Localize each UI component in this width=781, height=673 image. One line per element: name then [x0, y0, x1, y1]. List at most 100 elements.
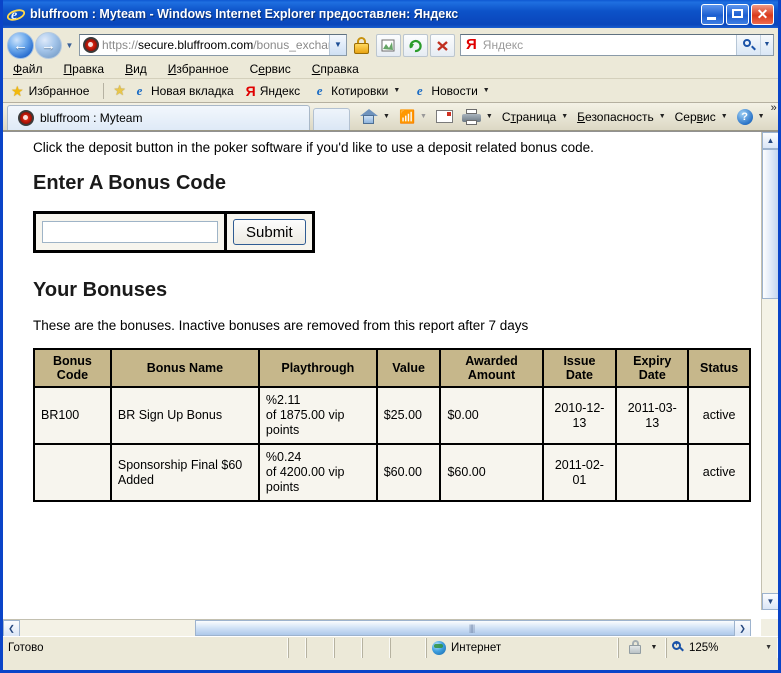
- menu-item-file[interactable]: Файл: [13, 61, 43, 78]
- internet-explorer-icon: e: [6, 5, 26, 23]
- toolbar-overflow-icon[interactable]: »: [771, 103, 777, 114]
- vertical-scroll-track[interactable]: [762, 299, 778, 593]
- svg-text:e: e: [11, 8, 17, 23]
- chevron-down-icon[interactable]: ▼: [659, 108, 666, 126]
- menu-item-view[interactable]: Вид: [125, 61, 147, 78]
- horizontal-scroll-thumb[interactable]: ||||: [195, 620, 748, 636]
- status-panel-blank: [288, 637, 306, 658]
- back-button[interactable]: ←: [7, 31, 34, 59]
- address-bar-url: https://secure.bluffroom.com/bonus_excha…: [102, 36, 329, 54]
- favorite-yandex[interactable]: Я Яндекс: [246, 82, 300, 100]
- chevron-down-icon[interactable]: ▼: [651, 644, 658, 651]
- status-panel-blank: [362, 637, 390, 658]
- search-provider-dropdown-icon[interactable]: ▼: [760, 35, 773, 55]
- url-separator: ://: [128, 38, 139, 52]
- menu-item-edit[interactable]: Правка: [64, 61, 105, 78]
- favorite-quotes[interactable]: e Котировки ▼: [312, 82, 401, 100]
- home-icon: [359, 108, 378, 125]
- bonus-code-input[interactable]: [42, 221, 218, 243]
- feeds-button[interactable]: 📶 ▼: [399, 108, 427, 126]
- chevron-down-icon[interactable]: ▼: [420, 108, 427, 126]
- playthrough-unit: points: [265, 423, 300, 437]
- column-header-bonus-code: Bonus Code: [33, 348, 112, 388]
- scroll-left-button[interactable]: ❮: [3, 620, 20, 636]
- help-menu[interactable]: ? ▼: [736, 108, 765, 126]
- scroll-up-button[interactable]: ▲: [762, 132, 778, 149]
- address-dropdown-icon[interactable]: ▼: [329, 35, 346, 55]
- playthrough-of: of 4200.00 vip: [265, 465, 345, 479]
- chevron-down-icon[interactable]: ▼: [483, 82, 490, 100]
- your-bonuses-heading: Your Bonuses: [33, 279, 168, 301]
- address-bar[interactable]: https://secure.bluffroom.com/bonus_excha…: [79, 34, 347, 56]
- chevron-down-icon[interactable]: ▼: [393, 82, 400, 100]
- window-title: bluffroom : Myteam - Windows Internet Ex…: [30, 7, 459, 21]
- yandex-icon: Я: [245, 82, 256, 99]
- compatibility-view-icon[interactable]: [376, 33, 401, 57]
- security-zone-label: Интернет: [451, 641, 502, 654]
- table-row: BR100 BR Sign Up Bonus %2.11 of 1875.00 …: [33, 386, 751, 445]
- privacy-report-button[interactable]: ▼: [618, 637, 666, 658]
- security-zone-indicator[interactable]: Интернет: [426, 637, 618, 658]
- menu-item-tools[interactable]: Сервис: [250, 61, 291, 78]
- close-button[interactable]: [751, 3, 774, 25]
- intro-text: Click the deposit button in the poker so…: [33, 140, 594, 155]
- stop-button[interactable]: [430, 33, 455, 57]
- status-text: Готово: [3, 637, 288, 658]
- forward-arrow-icon: →: [41, 36, 56, 54]
- new-tab-button[interactable]: [313, 108, 350, 130]
- search-box[interactable]: Я Яндекс ▼: [460, 34, 774, 56]
- cell-bonus-code: BR100: [33, 386, 112, 445]
- horizontal-scrollbar[interactable]: ❮ |||| ❯: [3, 619, 751, 636]
- forward-button[interactable]: →: [35, 31, 62, 59]
- chevron-down-icon[interactable]: ▼: [721, 108, 728, 126]
- submit-button[interactable]: Submit: [233, 219, 306, 245]
- table-header-row: Bonus Code Bonus Name Playthrough Value …: [33, 348, 751, 388]
- vertical-scroll-thumb[interactable]: [762, 149, 778, 299]
- history-dropdown-icon[interactable]: ▼: [63, 41, 76, 50]
- safety-menu[interactable]: Безопасность ▼: [577, 108, 665, 126]
- refresh-button[interactable]: [403, 33, 428, 57]
- column-header-value: Value: [375, 348, 442, 388]
- zoom-in-icon: [672, 639, 685, 654]
- bonuses-table-head: Bonus Code Bonus Name Playthrough Value …: [33, 348, 751, 388]
- minimize-button[interactable]: [701, 3, 724, 25]
- print-button[interactable]: ▼: [461, 108, 493, 126]
- page-menu[interactable]: Ст раница ▼: [502, 108, 568, 126]
- home-button[interactable]: ▼: [359, 108, 390, 126]
- favorite-label: Новая вкладка: [150, 83, 234, 98]
- chevron-down-icon[interactable]: ▼: [755, 644, 772, 651]
- scroll-down-button[interactable]: ▼: [762, 593, 778, 610]
- tools-menu[interactable]: Сер в ис ▼: [675, 108, 728, 126]
- search-input[interactable]: Яндекс: [483, 36, 736, 54]
- back-arrow-icon: ←: [13, 36, 28, 54]
- mail-button[interactable]: [435, 110, 453, 123]
- chevron-down-icon[interactable]: ▼: [383, 108, 390, 126]
- favorites-button[interactable]: ★ Избранное: [11, 82, 89, 100]
- chevron-down-icon[interactable]: ▼: [758, 108, 765, 126]
- page-viewport: Click the deposit button in the poker so…: [3, 131, 778, 636]
- tab-bluffroom-myteam[interactable]: bluffroom : Myteam: [7, 105, 310, 130]
- chevron-down-icon[interactable]: ▼: [561, 108, 568, 126]
- favorite-news[interactable]: e Новости ▼: [412, 82, 490, 100]
- bonus-code-form: Submit: [33, 211, 315, 253]
- search-go-button[interactable]: [736, 35, 760, 55]
- zoom-control[interactable]: 125% ▼: [666, 637, 778, 658]
- scroll-right-button[interactable]: ❯: [734, 620, 751, 636]
- cell-status: active: [687, 386, 751, 445]
- cell-bonus-code: [33, 443, 112, 502]
- chevron-down-icon[interactable]: ▼: [486, 108, 493, 126]
- playthrough-percent: %0.24: [265, 450, 302, 464]
- navigation-bar: ← → ▼ https://secure.bluffroom.com/bonus…: [3, 28, 778, 60]
- lock-shape: [354, 36, 369, 54]
- favorite-new-tab[interactable]: e Новая вкладка: [132, 82, 234, 100]
- column-header-expiry-date: Expiry Date: [615, 348, 690, 388]
- menu-item-favorites[interactable]: Избранное: [168, 61, 229, 78]
- maximize-button[interactable]: [726, 3, 749, 25]
- security-lock-icon[interactable]: [349, 34, 374, 57]
- menu-item-help[interactable]: Справка: [312, 61, 359, 78]
- add-to-favorites-bar-icon[interactable]: ★: [113, 82, 126, 99]
- form-divider: [224, 214, 227, 250]
- vertical-scrollbar[interactable]: ▲ ▼: [761, 132, 778, 610]
- browser-window: e bluffroom : Myteam - Windows Internet …: [0, 0, 781, 673]
- status-bar: Готово Интернет ▼ 125% ▼: [3, 636, 778, 658]
